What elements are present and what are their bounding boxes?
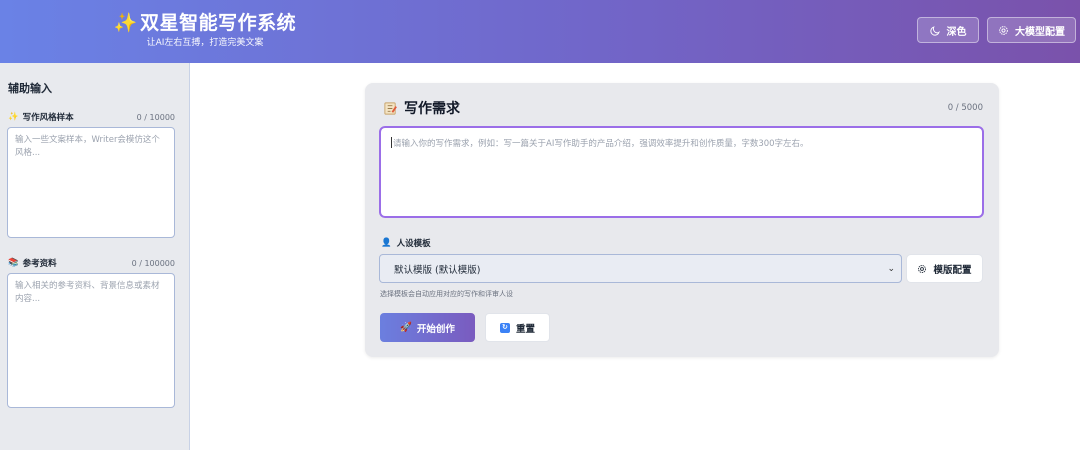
sparkles-icon: ✨ <box>113 12 139 34</box>
reference-label: 📚 参考资料 <box>8 257 57 269</box>
sparkles-icon: ✨ <box>8 112 19 122</box>
style-sample-label-text: 写作风格样本 <box>22 113 74 123</box>
reference-counter: 0 / 100000 <box>131 258 175 268</box>
app-header: ✨ 双星智能写作系统 让AI左右互搏，打造完美文案 深色 大模型配置 <box>0 0 1080 63</box>
app-title: ✨ 双星智能写作系统 <box>0 10 410 36</box>
books-icon: 📚 <box>8 258 19 268</box>
moon-icon <box>929 25 940 36</box>
gear-icon <box>999 25 1008 35</box>
persona-hint: 选择模板会自动应用对应的写作和评审人设 <box>380 290 513 298</box>
reference-input[interactable]: 输入相关的参考资料、背景信息或素材内容... <box>7 273 175 408</box>
style-sample-label: ✨ 写作风格样本 <box>8 111 74 123</box>
chevron-down-icon: ⌄ <box>887 263 895 274</box>
theme-toggle-button[interactable]: 深色 <box>917 17 979 43</box>
template-config-label: 模版配置 <box>933 264 972 276</box>
sidebar: 辅助输入 ✨ 写作风格样本 0 / 10000 输入一些文案样本，Writer会模… <box>0 63 190 450</box>
persona-label-text: 人设模板 <box>396 239 431 249</box>
reset-label: 重置 <box>515 323 535 335</box>
card-title-text: 写作需求 <box>404 101 460 117</box>
gear-icon <box>918 264 927 273</box>
memo-icon <box>384 101 397 115</box>
model-config-button[interactable]: 大模型配置 <box>987 17 1076 43</box>
brand: ✨ 双星智能写作系统 让AI左右互搏，打造完美文案 <box>0 10 410 49</box>
app-subtitle: 让AI左右互搏，打造完美文案 <box>146 38 264 48</box>
style-sample-input[interactable]: 输入一些文案样本，Writer会模仿这个风格... <box>7 127 175 238</box>
theme-toggle-label: 深色 <box>946 26 967 38</box>
person-icon: 👤 <box>381 238 392 248</box>
writing-request-card: 写作需求 0 / 5000 请输入你的写作需求，例如：写一篇关于AI写作助手的产… <box>365 83 999 357</box>
start-writing-button[interactable]: 🚀 开始创作 <box>380 313 475 342</box>
card-title: 写作需求 <box>383 98 460 118</box>
persona-label: 👤 人设模板 <box>381 237 431 249</box>
persona-select[interactable]: 默认模版 (默认模版) ⌄ <box>379 254 902 283</box>
style-sample-counter: 0 / 10000 <box>136 112 175 122</box>
requirement-placeholder: 请输入你的写作需求，例如：写一篇关于AI写作助手的产品介绍，强调效率提升和创作质… <box>393 139 809 149</box>
rocket-icon: 🚀 <box>400 322 412 333</box>
style-sample-header: ✨ 写作风格样本 0 / 10000 <box>8 111 175 123</box>
persona-selected-value: 默认模版 (默认模版) <box>394 264 481 276</box>
refresh-icon: ↻ <box>499 322 510 333</box>
requirement-counter: 0 / 5000 <box>947 103 983 113</box>
sidebar-title: 辅助输入 <box>8 82 52 95</box>
model-config-label: 大模型配置 <box>1015 26 1065 38</box>
reference-header: 📚 参考资料 0 / 100000 <box>8 257 175 269</box>
text-caret <box>391 137 392 148</box>
start-writing-label: 开始创作 <box>416 323 455 335</box>
reference-label-text: 参考资料 <box>22 259 57 269</box>
requirement-input[interactable]: 请输入你的写作需求，例如：写一篇关于AI写作助手的产品介绍，强调效率提升和创作质… <box>379 126 984 218</box>
reset-button[interactable]: ↻ 重置 <box>485 313 550 342</box>
app-title-text: 双星智能写作系统 <box>140 12 297 34</box>
template-config-button[interactable]: 模版配置 <box>906 254 983 283</box>
